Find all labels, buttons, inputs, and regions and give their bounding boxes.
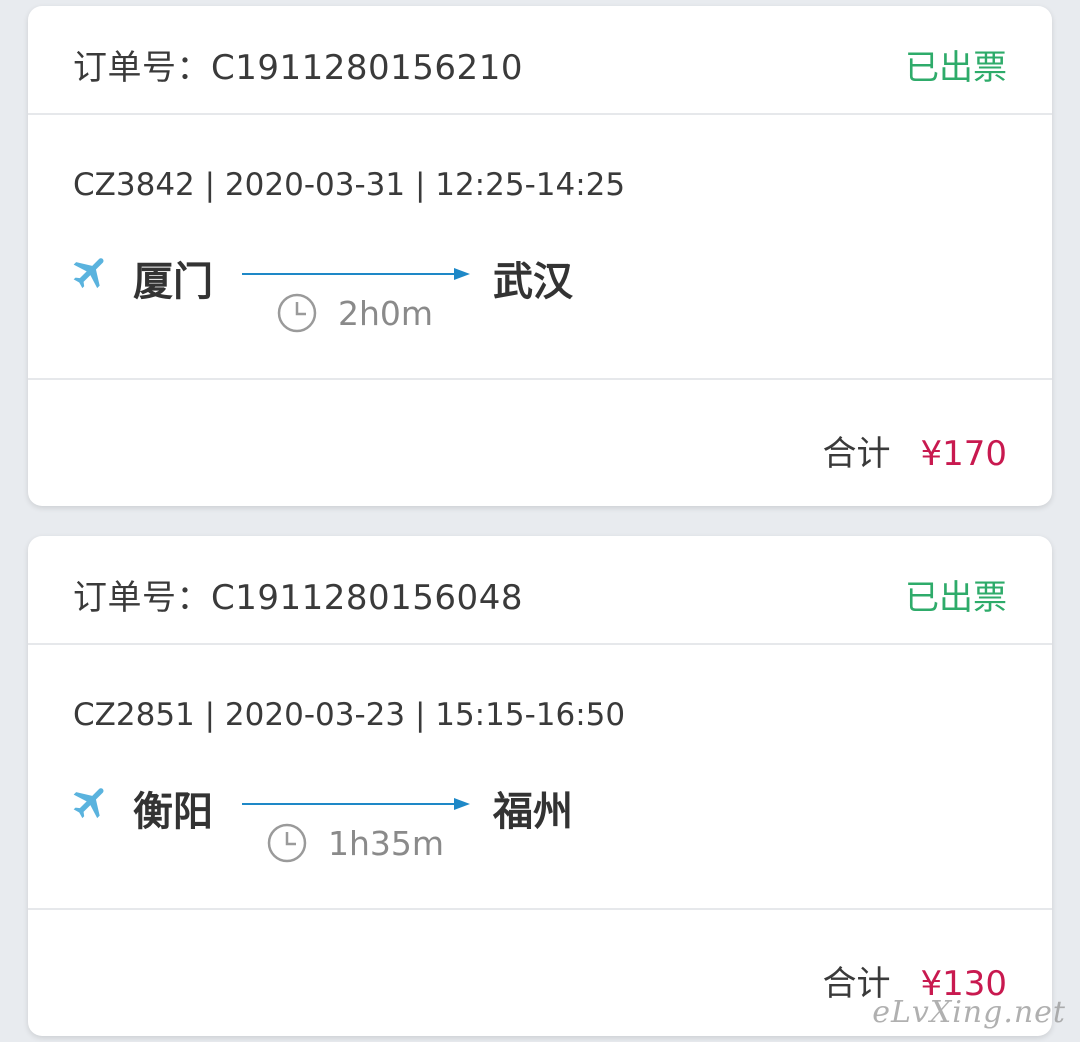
clock-icon [267,823,307,863]
order-card[interactable]: 订单号：C1911280156048 已出票 CZ2851 | 2020-03-… [28,536,1052,1036]
total-label: 合计 [822,434,891,474]
order-header: 订单号：C1911280156048 已出票 [28,536,1052,645]
order-footer: 合计 ¥170 [28,380,1052,506]
order-number: 订单号：C1911280156210 [73,48,523,88]
flight-details: CZ3842 | 2020-03-31 | 12:25-14:25 厦门 武汉 … [28,115,1052,380]
flight-duration: 1h35m [266,821,444,865]
order-header: 订单号：C1911280156210 已出票 [28,6,1052,115]
ticket-status: 已出票 [905,48,1007,88]
flight-info: CZ2851 | 2020-03-23 | 15:15-16:50 [73,697,626,733]
duration-text: 2h0m [338,293,434,333]
duration-text: 1h35m [328,823,445,863]
departure-city: 厦门 [133,259,213,305]
clock-icon [277,293,317,333]
airplane-icon [73,258,104,289]
order-card[interactable]: 订单号：C1911280156210 已出票 CZ3842 | 2020-03-… [28,6,1052,506]
flight-details: CZ2851 | 2020-03-23 | 15:15-16:50 衡阳 福州 … [28,645,1052,910]
total-amount: ¥170 [920,434,1007,474]
flight-duration: 2h0m [276,291,433,335]
flight-info: CZ3842 | 2020-03-31 | 12:25-14:25 [73,167,626,203]
arrival-city: 福州 [493,789,573,835]
arrival-city: 武汉 [493,259,573,305]
airplane-icon [73,788,104,819]
departure-city: 衡阳 [133,789,213,835]
ticket-status: 已出票 [905,578,1007,618]
order-total: 合计 ¥170 [822,426,1007,475]
watermark: eLvXing.net [872,995,1066,1030]
route-arrow [242,798,470,810]
order-number: 订单号：C1911280156048 [73,578,523,618]
route-arrow [242,268,470,280]
